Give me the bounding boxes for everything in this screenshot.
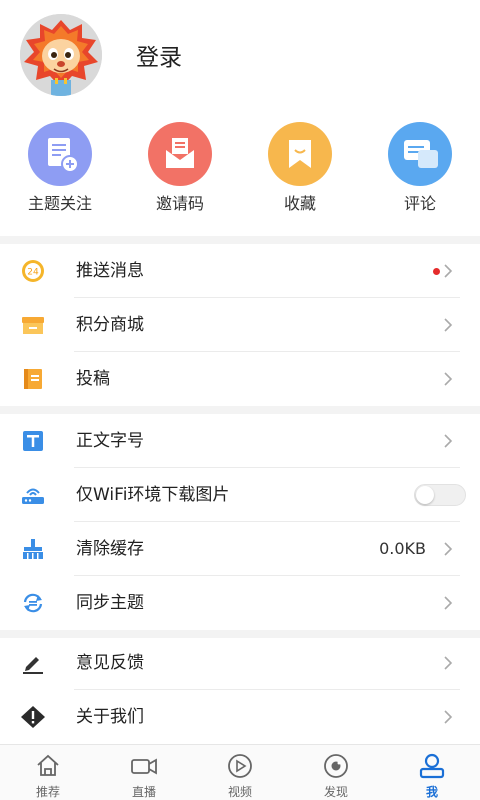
tab-label: 我 bbox=[425, 785, 438, 799]
profile-header: 登录 bbox=[0, 0, 480, 112]
quick-action-label: 评论 bbox=[403, 194, 436, 213]
router-icon bbox=[22, 488, 44, 504]
tab-video[interactable]: 视频 bbox=[192, 745, 288, 800]
quick-action-invite-code[interactable]: 邀请码 bbox=[120, 118, 240, 228]
chevron-right-icon bbox=[444, 710, 453, 724]
quick-action-favorites[interactable]: 收藏 bbox=[240, 118, 360, 228]
menu-item-contribute[interactable]: 投稿 bbox=[0, 352, 480, 406]
login-link[interactable]: 登录 bbox=[136, 38, 182, 72]
menu-item-label: 正文字号 bbox=[76, 431, 144, 451]
avatar[interactable] bbox=[20, 14, 102, 96]
menu-item-points-mall[interactable]: 积分商城 bbox=[0, 298, 480, 352]
cache-size-value: 0.0KB bbox=[379, 539, 426, 558]
quick-action-label: 邀请码 bbox=[155, 194, 204, 213]
pencil-icon bbox=[23, 657, 43, 674]
tab-label: 直播 bbox=[131, 785, 156, 799]
menu-item-font-size[interactable]: 正文字号 bbox=[0, 414, 480, 468]
chevron-right-icon bbox=[444, 264, 453, 278]
chevron-right-icon bbox=[444, 596, 453, 610]
clock-24-icon: 24 bbox=[22, 260, 44, 282]
user-icon bbox=[419, 753, 445, 779]
wifi-images-toggle[interactable] bbox=[414, 484, 466, 506]
tab-me[interactable]: 我 bbox=[384, 745, 480, 800]
tab-label: 推荐 bbox=[35, 785, 60, 799]
menu-item-about[interactable]: 关于我们 bbox=[0, 690, 480, 744]
bookmark-icon bbox=[268, 122, 332, 186]
text-size-icon bbox=[23, 431, 43, 451]
menu-item-label: 同步主题 bbox=[76, 593, 144, 613]
quick-action-label: 主题关注 bbox=[27, 194, 92, 213]
lion-mascot-icon bbox=[20, 14, 102, 96]
section-divider bbox=[0, 236, 480, 244]
chevron-right-icon bbox=[444, 434, 453, 448]
tab-discover[interactable]: 发现 bbox=[288, 745, 384, 800]
menu-item-sync-topics[interactable]: 同步主题 bbox=[0, 576, 480, 630]
unread-dot bbox=[433, 268, 440, 275]
chevron-right-icon bbox=[444, 372, 453, 386]
menu-item-label: 仅WiFi环境下载图片 bbox=[76, 485, 230, 505]
chat-bubble-icon bbox=[388, 122, 452, 186]
chevron-right-icon bbox=[444, 318, 453, 332]
menu-item-label: 清除缓存 bbox=[76, 539, 144, 559]
bottom-tab-bar: 推荐 直播 视频 发现 我 bbox=[0, 744, 480, 800]
envelope-icon bbox=[148, 122, 212, 186]
subscribe-doc-icon bbox=[28, 122, 92, 186]
shop-icon bbox=[22, 317, 44, 334]
play-circle-icon bbox=[228, 754, 252, 778]
menu-item-label: 积分商城 bbox=[76, 315, 144, 335]
tab-label: 视频 bbox=[227, 785, 252, 799]
quick-action-topics[interactable]: 主题关注 bbox=[0, 118, 120, 228]
quick-action-label: 收藏 bbox=[283, 194, 316, 213]
tab-recommend[interactable]: 推荐 bbox=[0, 745, 96, 800]
menu-item-label: 意见反馈 bbox=[76, 653, 144, 673]
discover-icon bbox=[324, 754, 348, 778]
home-icon bbox=[37, 754, 59, 776]
chevron-right-icon bbox=[444, 656, 453, 670]
tab-live[interactable]: 直播 bbox=[96, 745, 192, 800]
menu-item-clear-cache[interactable]: 清除缓存 0.0KB bbox=[0, 522, 480, 576]
quick-action-comments[interactable]: 评论 bbox=[360, 118, 480, 228]
broom-icon bbox=[23, 539, 43, 559]
menu-item-feedback[interactable]: 意见反馈 bbox=[0, 636, 480, 690]
svg-text:24: 24 bbox=[27, 268, 39, 278]
chevron-right-icon bbox=[444, 542, 453, 556]
tab-label: 发现 bbox=[323, 785, 348, 799]
sync-icon bbox=[23, 593, 43, 613]
menu-item-wifi-images: 仅WiFi环境下载图片 bbox=[0, 468, 480, 522]
menu-item-label: 推送消息 bbox=[76, 261, 144, 281]
toggle-knob bbox=[416, 486, 434, 504]
notebook-icon bbox=[24, 369, 42, 389]
section-divider bbox=[0, 406, 480, 414]
menu-item-push-messages[interactable]: 24 推送消息 bbox=[0, 244, 480, 298]
quick-actions: 主题关注 邀请码 收藏 评论 bbox=[0, 118, 480, 228]
video-camera-icon bbox=[131, 758, 157, 775]
menu-item-label: 关于我们 bbox=[76, 707, 144, 727]
info-diamond-icon bbox=[21, 706, 45, 728]
menu-item-label: 投稿 bbox=[76, 369, 110, 389]
